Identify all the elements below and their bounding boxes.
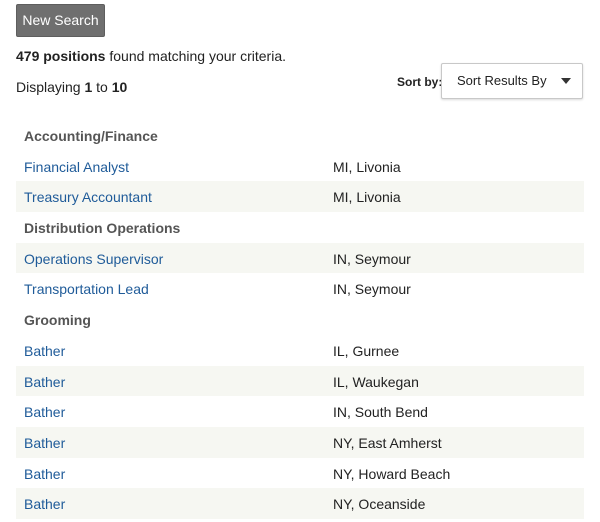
job-title-link[interactable]: Transportation Lead	[24, 281, 149, 297]
job-location: MI, Livonia	[333, 189, 401, 206]
job-title-link[interactable]: Bather	[24, 374, 65, 390]
paging-mid: to	[92, 79, 112, 95]
chevron-down-icon	[561, 78, 571, 84]
results-summary: 479 positions found matching your criter…	[16, 47, 286, 65]
table-row: Bather IL, Waukegan	[16, 365, 584, 397]
category-row: Grooming	[16, 304, 584, 335]
job-location: IL, Waukegan	[333, 373, 419, 390]
table-row: Transportation Lead IN, Seymour	[16, 273, 584, 304]
category-heading: Grooming	[24, 312, 91, 329]
paging-end: 10	[111, 79, 128, 95]
category-heading: Accounting/Finance	[24, 128, 158, 144]
table-row: Bather NY, East Amherst	[16, 426, 584, 458]
new-search-button[interactable]: New Search	[16, 4, 105, 37]
job-title-link[interactable]: Bather	[24, 435, 65, 451]
table-row: Operations Supervisor IN, Seymour	[16, 242, 584, 274]
job-location: NY, East Amherst	[333, 434, 442, 451]
category-row: Accounting/Finance	[16, 120, 584, 151]
job-title-link[interactable]: Operations Supervisor	[24, 251, 163, 267]
category-row: Distribution Operations	[16, 212, 584, 243]
table-row: Bather NY, Howard Beach	[16, 458, 584, 489]
job-location: MI, Livonia	[333, 158, 401, 175]
job-location: IN, Seymour	[333, 250, 411, 267]
sort-select[interactable]: Sort Results By	[441, 63, 583, 99]
job-title-link[interactable]: Treasury Accountant	[24, 189, 152, 205]
table-row: Bather NY, Oceanside	[16, 488, 584, 519]
job-title-link[interactable]: Bather	[24, 466, 65, 482]
category-heading: Distribution Operations	[24, 220, 181, 237]
sort-selected-value: Sort Results By	[457, 73, 547, 88]
results-summary-text: found matching your criteria.	[105, 48, 286, 64]
paging-prefix: Displaying	[16, 79, 85, 95]
job-location: IN, South Bend	[333, 404, 428, 421]
job-title-link[interactable]: Bather	[24, 496, 65, 512]
job-title-link[interactable]: Financial Analyst	[24, 159, 129, 175]
job-location: NY, Oceanside	[333, 496, 426, 513]
job-location: IN, Seymour	[333, 281, 411, 298]
table-row: Treasury Accountant MI, Livonia	[16, 181, 584, 213]
table-row: Financial Analyst MI, Livonia	[16, 151, 584, 182]
table-row: Bather IL, Gurnee	[16, 335, 584, 366]
job-title-link[interactable]: Bather	[24, 404, 65, 420]
results-count: 479 positions	[16, 48, 106, 64]
paging-info: Displaying 1 to 10	[16, 78, 127, 96]
job-location: NY, Howard Beach	[333, 465, 451, 482]
job-location: IL, Gurnee	[333, 342, 400, 359]
results-list: Accounting/Finance Financial Analyst MI,…	[16, 120, 584, 519]
table-row: Bather IN, South Bend	[16, 396, 584, 427]
job-title-link[interactable]: Bather	[24, 343, 65, 359]
sort-label: Sort by:	[397, 75, 443, 89]
